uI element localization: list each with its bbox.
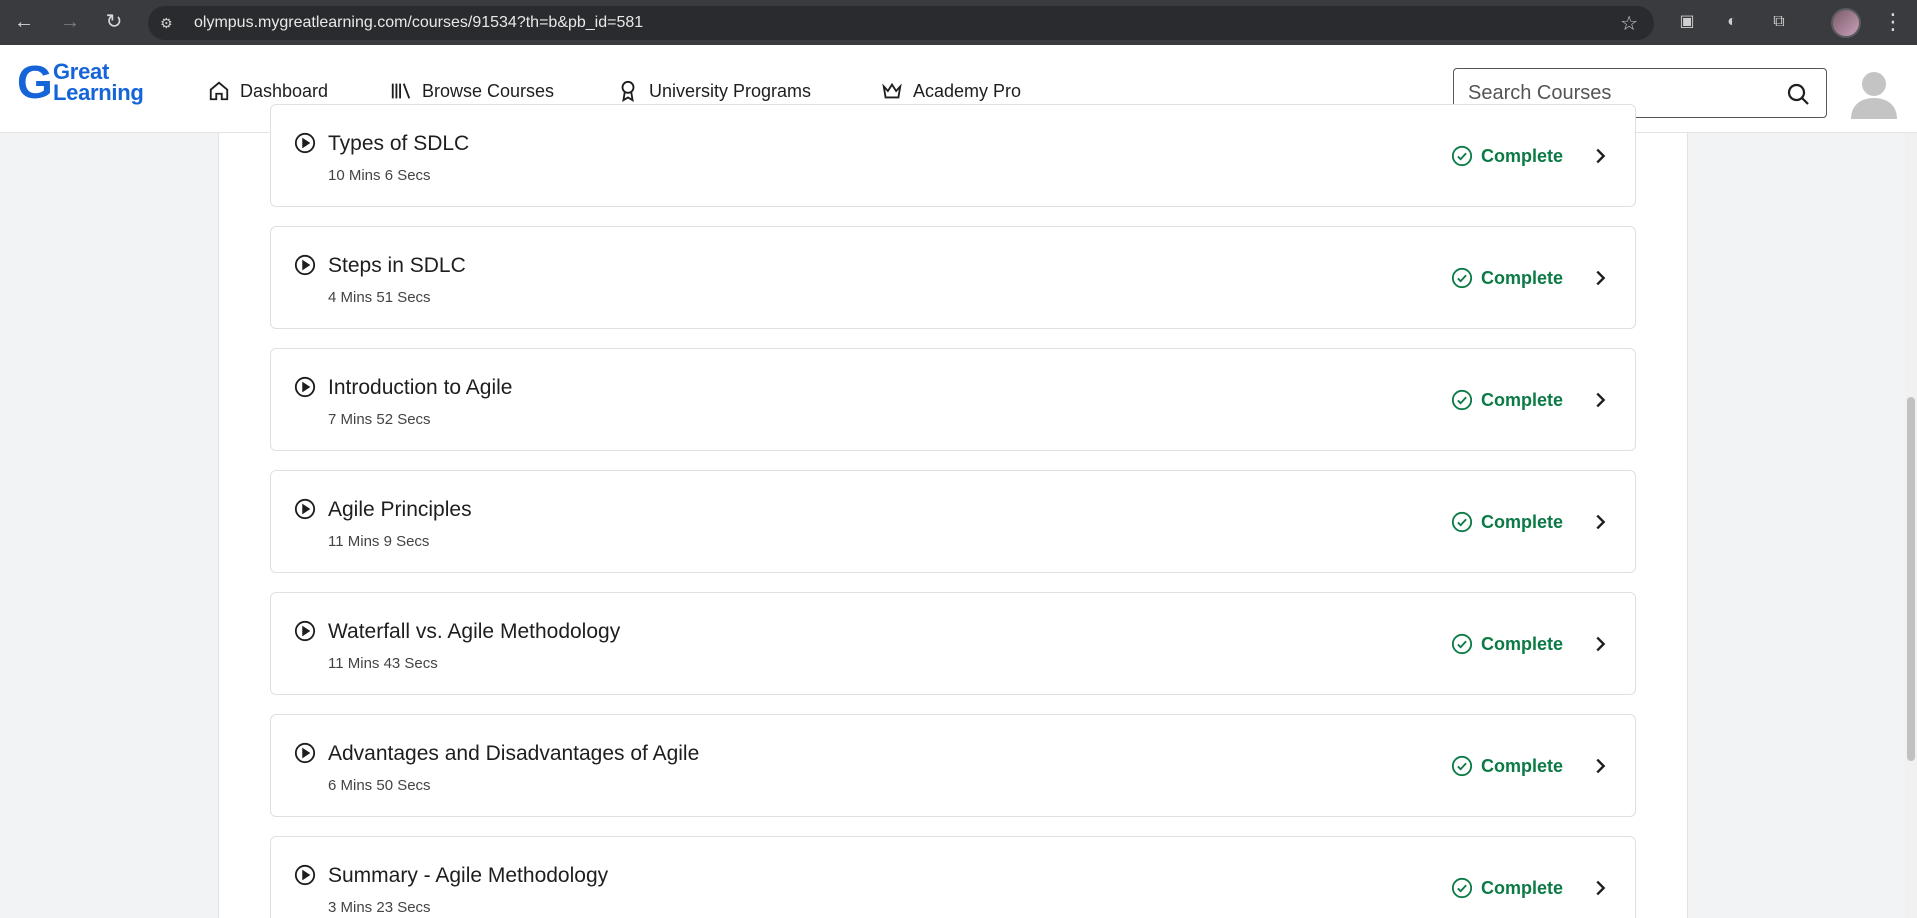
chevron-right-icon[interactable] [1589,877,1611,899]
lesson-status: Complete [1451,389,1563,411]
lesson-row[interactable]: Waterfall vs. Agile Methodology 11 Mins 4… [270,592,1636,695]
lesson-status: Complete [1451,755,1563,777]
site-info-icon[interactable]: ⚙ [160,14,180,32]
lesson-duration: 6 Mins 50 Secs [328,777,431,794]
lesson-row[interactable]: Introduction to Agile 7 Mins 52 Secs Compl… [270,348,1636,451]
lesson-status: Complete [1451,633,1563,655]
play-circle-icon [294,620,316,642]
check-circle-icon [1451,511,1473,533]
lesson-status: Complete [1451,511,1563,533]
browser-profile-avatar[interactable] [1831,8,1861,38]
lesson-row[interactable]: Agile Principles 11 Mins 9 Secs Complete [270,470,1636,573]
url-text[interactable]: olympus.mygreatlearning.com/courses/9153… [194,14,643,32]
award-icon [621,80,635,102]
lesson-title[interactable]: Types of SDLC [328,132,469,156]
page-scrollbar[interactable] [1905,133,1917,918]
lesson-status-label: Complete [1481,511,1564,532]
scrollbar-thumb[interactable] [1907,397,1915,761]
lesson-title[interactable]: Agile Principles [328,498,472,522]
check-circle-icon [1451,145,1473,167]
lesson-row[interactable]: Steps in SDLC 4 Mins 51 Secs Complete [270,226,1636,329]
chevron-right-icon[interactable] [1589,511,1611,533]
lesson-duration: 11 Mins 9 Secs [328,533,430,550]
lesson-title[interactable]: Waterfall vs. Agile Methodology [328,620,620,644]
lesson-status-label: Complete [1481,877,1564,898]
chevron-right-icon[interactable] [1589,145,1611,167]
forward-icon[interactable]: → [56,8,84,36]
play-circle-icon [294,742,316,764]
lesson-duration: 3 Mins 23 Secs [328,899,431,916]
lesson-status-label: Complete [1481,267,1564,288]
play-circle-icon [294,132,316,154]
crown-icon [882,82,902,99]
lesson-status: Complete [1451,145,1563,167]
browser-toolbar: ← → ↻ ⚙ olympus.mygreatlearning.com/cour… [0,0,1917,45]
check-circle-icon [1451,389,1473,411]
lesson-duration: 10 Mins 6 Secs [328,167,431,184]
nav-academy-pro-label: Academy Pro [913,80,1022,101]
lesson-status-label: Complete [1481,389,1564,410]
lesson-title[interactable]: Summary - Agile Methodology [328,864,608,888]
nav-dashboard-label: Dashboard [240,80,329,101]
check-circle-icon [1451,877,1473,899]
chevron-right-icon[interactable] [1589,267,1611,289]
user-avatar-icon[interactable] [1851,69,1897,119]
lesson-list-panel: Types of SDLC 10 Mins 6 Secs Complete Steps… [218,104,1688,918]
home-icon [209,81,229,101]
search-icon[interactable] [1786,82,1810,106]
chevron-right-icon[interactable] [1589,633,1611,655]
great-learning-logo[interactable]: G Great Learning [17,56,151,108]
reload-icon[interactable]: ↻ [100,8,128,36]
nav-university-programs-label: University Programs [649,80,812,101]
logo-line2: Learning [53,80,144,105]
play-circle-icon [294,498,316,520]
lesson-title[interactable]: Steps in SDLC [328,254,466,278]
lesson-row[interactable]: Summary - Agile Methodology 3 Mins 23 Sec… [270,836,1636,918]
bookmark-star-icon[interactable]: ☆ [1620,11,1638,36]
address-bar[interactable]: ⚙ olympus.mygreatlearning.com/courses/91… [148,6,1654,40]
check-circle-icon [1451,267,1473,289]
library-icon [391,83,411,99]
nav-academy-pro[interactable]: Academy Pro [881,79,1021,103]
logo-line1: Great [53,59,109,84]
lesson-row[interactable]: Advantages and Disadvantages of Agile 6 M… [270,714,1636,817]
nav-browse-courses-label: Browse Courses [422,80,555,101]
lesson-status: Complete [1451,267,1563,289]
chevron-right-icon[interactable] [1589,755,1611,777]
logo-g-mark: G [17,56,53,108]
lesson-status: Complete [1451,877,1563,899]
lesson-title[interactable]: Introduction to Agile [328,376,512,400]
lesson-duration: 7 Mins 52 Secs [328,411,431,428]
check-circle-icon [1451,633,1473,655]
check-circle-icon [1451,755,1473,777]
tab-search-icon[interactable]: ▣ [1676,11,1698,33]
lesson-status-label: Complete [1481,633,1564,654]
back-icon[interactable]: ← [10,8,38,36]
nav-dashboard[interactable]: Dashboard [208,79,328,103]
puzzle-extensions-icon[interactable]: ⧉ [1768,11,1790,33]
lesson-row[interactable]: Types of SDLC 10 Mins 6 Secs Complete [270,104,1636,207]
nav-university-programs[interactable]: University Programs [617,79,811,103]
play-circle-icon [294,254,316,276]
lesson-duration: 11 Mins 43 Secs [328,655,438,672]
play-circle-icon [294,376,316,398]
lesson-duration: 4 Mins 51 Secs [328,289,431,306]
play-circle-icon [294,864,316,886]
search-input[interactable] [1468,79,1768,107]
lesson-status-label: Complete [1481,755,1564,776]
chevron-right-icon[interactable] [1589,389,1611,411]
extension-icon[interactable]: ◐ [1721,11,1743,33]
lesson-status-label: Complete [1481,145,1564,166]
lesson-title[interactable]: Advantages and Disadvantages of Agile [328,742,699,766]
nav-browse-courses[interactable]: Browse Courses [390,79,554,103]
browser-menu-icon[interactable]: ⋮ [1882,8,1904,36]
